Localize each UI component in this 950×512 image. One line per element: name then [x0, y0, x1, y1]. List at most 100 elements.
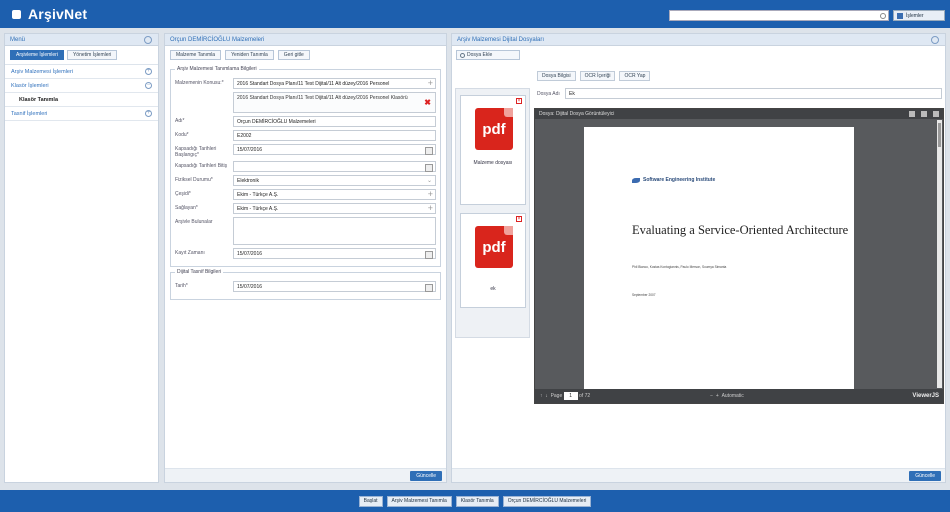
filename-row: Dosya Adı Ek: [537, 88, 942, 99]
end-date-field[interactable]: [233, 161, 436, 172]
expand-icon[interactable]: +: [145, 68, 152, 75]
prev-page-icon[interactable]: ↑: [540, 393, 543, 399]
code-field[interactable]: E2002: [233, 130, 436, 141]
user-menu-button[interactable]: İşlemler: [893, 10, 945, 21]
zoom-select[interactable]: Automatic: [722, 393, 744, 399]
taskbar-item-start[interactable]: Başlat: [358, 495, 383, 507]
file-caption: Malzeme dosyası: [473, 160, 513, 166]
type-field[interactable]: Ekim - Türkçe A.Ş. +: [233, 189, 436, 200]
record-time-row: Kayıt Zamanı 15/07/2016: [175, 248, 436, 259]
description-row: Arşivle Bulunalar: [175, 217, 436, 245]
record-time-field[interactable]: 15/07/2016: [233, 248, 436, 259]
subject-label: Malzemenin Konusu:*: [175, 80, 224, 86]
add-icon[interactable]: +: [428, 78, 433, 88]
provider-row: Sağlayan* Ekim - Türkçe A.Ş. +: [175, 203, 436, 214]
subject-field[interactable]: 2016 Standart Dosya Planı/11 Test Dijita…: [233, 78, 436, 89]
menu-item-label: Tasnif İşlemleri: [11, 110, 48, 117]
date-label: Tarih*: [175, 283, 188, 289]
viewer-scrollbar[interactable]: [937, 120, 942, 388]
define-material-button[interactable]: Malzeme Tanımla: [170, 50, 222, 60]
fullscreen-icon[interactable]: [921, 111, 927, 117]
provider-field[interactable]: Ekim - Türkçe A.Ş. +: [233, 203, 436, 214]
form-title: Orçun DEMİRCİOĞLU Malzemeleri: [170, 36, 265, 43]
description-textarea[interactable]: [233, 217, 436, 245]
date-field[interactable]: 15/07/2016: [233, 281, 436, 292]
digital-classification-group: Dijital Tasnif Bilgileri Tarih* 15/07/20…: [170, 269, 441, 300]
taskbar-item-define-material[interactable]: Arşiv Malzemesi Tanımla: [386, 495, 452, 507]
type-row: Çeşidi* Ekim - Türkçe A.Ş. +: [175, 189, 436, 200]
update-button[interactable]: Güncelle: [410, 471, 442, 481]
expand-icon[interactable]: +: [145, 110, 152, 117]
menu-item-folder-ops[interactable]: Klasör İşlemleri −: [5, 79, 158, 93]
files-footer: Güncelle: [452, 468, 945, 482]
pdf-icon: pdf: [475, 226, 513, 268]
form-toolbar: Malzeme Tanımla Yeniden Tanımla Geri git…: [165, 46, 446, 64]
add-icon[interactable]: +: [428, 189, 433, 199]
window-taskbar: Başlat Arşiv Malzemesi Tanımla Klasör Ta…: [0, 490, 950, 512]
page-number-input[interactable]: 1: [563, 392, 578, 400]
end-date-row: Kapsadığı Tarihleri Bitiş: [175, 161, 436, 172]
comment-icon[interactable]: [909, 111, 915, 117]
sei-logo: Software Engineering Institute: [632, 177, 715, 183]
menu-item-archive-material[interactable]: Arşiv Malzemesi İşlemleri +: [5, 65, 158, 79]
pdf-page: Software Engineering Institute Evaluatin…: [584, 127, 854, 390]
menu-item-label: Klasör Tanımla: [19, 96, 59, 103]
collapse-icon[interactable]: −: [145, 82, 152, 89]
material-form-panel: Orçun DEMİRCİOĞLU Malzemeleri Malzeme Ta…: [164, 33, 447, 483]
tab-file-info[interactable]: Dosya Bilgisi: [537, 71, 576, 81]
settings-icon[interactable]: [931, 36, 939, 44]
name-row: Adı* Orçun DEMİRCİOĞLU Malzemeleri: [175, 116, 436, 127]
tab-management[interactable]: Yönetim İşlemleri: [66, 50, 118, 60]
menu-item-label: Klasör İşlemleri: [11, 82, 49, 89]
taskbar-item-materials[interactable]: Orçun DEMİRCİOĞLU Malzemeleri: [502, 495, 592, 507]
name-label: Adı*: [175, 118, 185, 124]
delete-icon[interactable]: ×: [516, 98, 522, 104]
start-date-row: Kapsadığı Tarihleri Başlangıç* 15/07/201…: [175, 144, 436, 158]
tab-run-ocr[interactable]: OCR Yap: [619, 71, 651, 81]
search-icon[interactable]: [880, 12, 886, 19]
group-legend: Dijital Tasnif Bilgileri: [177, 269, 222, 275]
name-field[interactable]: Orçun DEMİRCİOĞLU Malzemeleri: [233, 116, 436, 127]
page-total: of 72: [579, 393, 591, 399]
subject-value: 2016 Standart Dosya Planı/11 Test Dijita…: [237, 80, 390, 87]
chevron-down-icon[interactable]: ⌄: [427, 177, 432, 184]
zoom-out-icon[interactable]: −: [710, 393, 713, 399]
tab-ocr-content[interactable]: OCR İçeriği: [579, 71, 616, 81]
start-date-field[interactable]: 15/07/2016: [233, 144, 436, 155]
file-thumbnails: × pdf Malzeme dosyası × pdf ek: [455, 88, 530, 338]
menu-item-define-folder[interactable]: Klasör Tanımla: [5, 93, 158, 107]
add-file-button[interactable]: Dosya Ekle: [456, 50, 520, 60]
provider-label: Sağlayan*: [175, 205, 198, 211]
redefine-button[interactable]: Yeniden Tanımla: [225, 50, 274, 60]
tab-archiving[interactable]: Arşivleme İşlemleri: [10, 50, 64, 60]
taskbar-item-define-folder[interactable]: Klasör Tanımla: [455, 495, 499, 507]
next-page-icon[interactable]: ↓: [545, 393, 548, 399]
subject-selection[interactable]: 2016 Standart Dosya Planı/11 Test Dijita…: [233, 92, 436, 113]
print-icon[interactable]: [933, 111, 939, 117]
document-authors: Phil Bianco, Kostas Kontogiannis, Paulo …: [632, 265, 727, 269]
delete-icon[interactable]: ×: [516, 216, 522, 222]
remove-icon[interactable]: ✖: [424, 99, 431, 107]
collapse-icon[interactable]: [144, 36, 152, 44]
start-date-label: Kapsadığı Tarihleri Başlangıç*: [175, 146, 217, 158]
files-title: Arşiv Malzemesi Dijital Dosyaları: [457, 36, 545, 43]
viewer-bottom-bar: ↑ ↓ Page 1 of 72 − + Automatic ViewerJS: [535, 389, 943, 403]
viewer-brand: ViewerJS: [912, 393, 939, 399]
file-thumbnail[interactable]: × pdf Malzeme dosyası: [460, 95, 526, 205]
type-label: Çeşidi*: [175, 191, 191, 197]
subject-selection-text: 2016 Standart Dosya Planı/11 Test Dijita…: [237, 95, 408, 101]
group-legend: Arşiv Malzemesi Tanımlama Bilgileri: [177, 66, 257, 72]
global-search-input[interactable]: [669, 10, 889, 21]
menu-item-classification[interactable]: Tasnif İşlemleri +: [5, 107, 158, 121]
zoom-in-icon[interactable]: +: [716, 393, 719, 399]
filename-field[interactable]: Ek: [565, 88, 942, 99]
add-icon[interactable]: +: [428, 203, 433, 213]
physical-state-select[interactable]: Elektronik ⌄: [233, 175, 436, 186]
sei-logo-text: Software Engineering Institute: [643, 177, 716, 183]
scroll-thumb[interactable]: [938, 123, 941, 147]
file-thumbnail[interactable]: × pdf ek: [460, 213, 526, 308]
pdf-icon: pdf: [475, 108, 513, 150]
go-back-button[interactable]: Geri gitle: [277, 50, 310, 60]
files-update-button[interactable]: Güncelle: [909, 471, 941, 481]
